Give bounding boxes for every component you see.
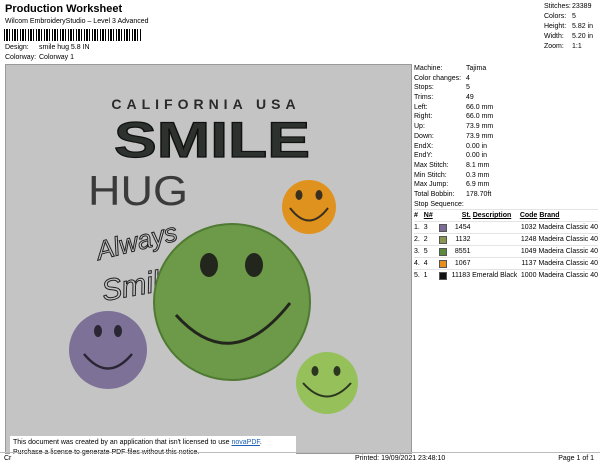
stop-sequence-title: Stop Sequence: — [414, 200, 464, 208]
prop-right: Right: 66.0 mm — [414, 113, 494, 121]
prop-max-jump: Max Jump: 6.9 mm — [414, 181, 490, 189]
stop-sequence-header: # N# St. Description Code Brand — [414, 209, 598, 221]
design-label: Design: — [5, 44, 29, 51]
page-title: Production Worksheet — [5, 3, 123, 15]
table-row: 2. 2 1132 1248 Madeira Classic 40 — [414, 233, 598, 245]
design-text-smile: SMILE — [114, 112, 310, 168]
page-footer: Cr Printed: 19/09/2021 23:48:10 Page 1 o… — [0, 452, 600, 465]
footer-left: Cr — [4, 455, 12, 462]
design-text-california: CALIFORNIA USA — [111, 96, 300, 112]
prop-up: Up: 73.9 mm — [414, 123, 494, 131]
prop-stops: Stops: 5 — [414, 84, 470, 92]
stop-sequence-rows: 1. 3 1454 1032 Madeira Classic 40 2. 2 1132… — [414, 221, 598, 281]
novapdf-link[interactable]: novaPDF — [231, 439, 259, 446]
summary-stats: Stitches:23389 Colors: 5 Height: 5.82 in W… — [544, 2, 593, 52]
prop-min-stitch: Min Stitch: 0.3 mm — [414, 171, 490, 179]
prop-total-bobbin: Total Bobbin: 178.70ft — [414, 190, 492, 198]
smiley-lime — [296, 352, 358, 414]
stat-zoom: Zoom: 1:1 — [544, 43, 582, 50]
properties-panel: Machine: Tajima Color changes: 4 Stops: 5 T… — [414, 64, 598, 281]
page-number: Page 1 of 1 — [558, 455, 594, 462]
color-swatch — [439, 260, 448, 269]
smiley-purple — [69, 311, 147, 389]
app-subtitle: Wilcom EmbroideryStudio – Level 3 Advanc… — [5, 18, 149, 25]
color-swatch — [439, 236, 448, 245]
prop-max-stitch: Max Stitch: 8.1 mm — [414, 161, 490, 169]
prop-color-changes: Color changes: 4 — [414, 74, 470, 82]
table-row: 4. 4 1067 1137 Madeira Classic 40 — [414, 257, 598, 269]
prop-endy: EndY: 0.00 in — [414, 152, 488, 160]
prop-down: Down: 73.9 mm — [414, 132, 494, 140]
prop-endx: EndX: 0.00 in — [414, 142, 488, 150]
stat-width: Width: 5.20 in — [544, 33, 594, 40]
stat-height: Height: 5.82 in — [544, 23, 594, 30]
table-row: 1. 3 1454 1032 Madeira Classic 40 — [414, 221, 598, 233]
colorway-row: Colorway: Colorway 1 — [5, 54, 74, 61]
stat-stitches: Stitches:23389 — [544, 3, 592, 10]
barcode — [4, 29, 142, 41]
design-value: smile hug 5.8 IN — [39, 44, 90, 51]
design-row: Design: smile hug 5.8 IN — [5, 44, 90, 51]
prop-left: Left: 66.0 mm — [414, 103, 494, 111]
design-preview: CALIFORNIA USA SMILE HUG Always Smile — [5, 64, 412, 454]
table-row: 3. 5 8551 1049 Madeira Classic 40 — [414, 245, 598, 257]
color-swatch — [439, 224, 448, 233]
color-swatch — [439, 272, 448, 281]
colorway-label: Colorway: — [5, 54, 37, 61]
smiley-green-large — [153, 223, 311, 381]
design-text-hug: HUG — [88, 167, 188, 214]
colorway-value: Colorway 1 — [39, 54, 75, 61]
table-row: 5. 1 11183 Emerald Black 1000 Madeira Class… — [414, 269, 598, 281]
prop-trims: Trims: 49 — [414, 94, 474, 102]
printed-timestamp: Printed: 19/09/2021 23:48:10 — [355, 455, 446, 462]
stat-colors: Colors: 5 — [544, 13, 576, 20]
smiley-orange — [282, 180, 336, 234]
color-swatch — [439, 248, 448, 257]
prop-machine: Machine: Tajima — [414, 65, 487, 72]
